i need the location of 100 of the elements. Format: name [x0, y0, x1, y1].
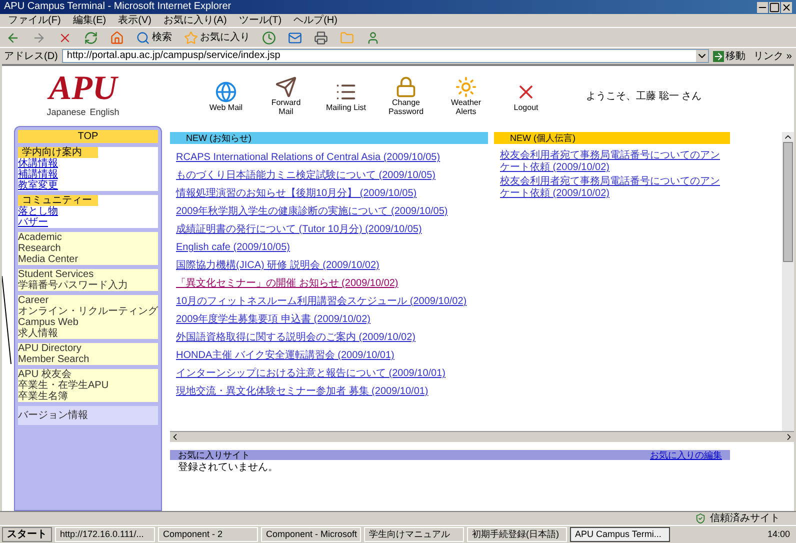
sidebar-link[interactable]: 落とし物 — [18, 206, 158, 217]
close-icon[interactable] — [781, 2, 792, 12]
news-link[interactable]: 現地交流・異文化体験セミナー参加者 募集 (2009/10/01) — [176, 384, 428, 399]
nav-button[interactable]: Weather Alerts — [446, 76, 486, 116]
toolbar-button[interactable]: 検索 — [134, 28, 174, 46]
refresh-icon — [84, 30, 98, 44]
print-icon — [314, 30, 328, 44]
menu-item[interactable]: 編集(E) — [72, 16, 106, 26]
sidebar-link[interactable]: Media Center — [18, 254, 158, 265]
news-link[interactable]: インターンシップにおける注意と報告について (2009/10/01) — [176, 366, 446, 381]
news-link[interactable]: 2009年度学生募集要項 申込書 (2009/10/02) — [176, 312, 371, 327]
sidebar-link[interactable]: Member Search — [18, 354, 158, 365]
top-button[interactable]: TOP — [18, 130, 158, 143]
maximize-icon[interactable] — [769, 2, 780, 12]
star-icon — [184, 30, 198, 44]
language-link[interactable]: English — [90, 106, 120, 120]
taskbar-task[interactable]: APU Campus Termi... — [570, 527, 670, 542]
language-link[interactable]: Japanese — [46, 106, 86, 120]
version-link[interactable]: バージョン情報 — [18, 406, 158, 425]
folder-icon — [340, 30, 354, 44]
globe-icon — [215, 80, 237, 102]
go-button[interactable]: 移動 — [712, 48, 746, 64]
sun-icon — [455, 76, 477, 98]
news-header: NEW (お知らせ) — [170, 132, 488, 144]
minimize-icon[interactable] — [757, 2, 768, 12]
news-link[interactable]: 情報処理演習のお知らせ【後期10月分】 (2009/10/05) — [176, 186, 417, 201]
sidebar-link[interactable]: 補講情報 — [18, 169, 158, 180]
shield-icon — [695, 513, 706, 524]
nav-button[interactable]: Web Mail — [206, 80, 246, 112]
favorites-title: お気に入りサイト — [178, 450, 250, 460]
menu-item[interactable]: ヘルプ(H) — [294, 16, 338, 26]
toolbar-button[interactable]: お気に入り — [182, 28, 252, 46]
menu-item[interactable]: ツール(T) — [238, 16, 282, 26]
news-link[interactable]: 2009年秋学期入学生の健康診断の実施について (2009/10/05) — [176, 204, 448, 219]
links-label[interactable]: リンク » — [754, 48, 792, 64]
group-title: コミュニティー — [18, 195, 98, 206]
apu-logo[interactable]: APU — [49, 72, 117, 106]
group-title: 学内向け案内 — [18, 147, 98, 158]
taskbar-task[interactable]: Component - 2 — [158, 527, 258, 542]
sidebar-link[interactable]: 求人情報 — [18, 328, 158, 339]
toolbar-button[interactable] — [108, 28, 126, 46]
forward-icon — [32, 30, 46, 44]
sidebar-link[interactable]: 卒業生・在学生APU — [18, 380, 158, 391]
personal-header: NEW (個人伝言) — [494, 132, 730, 144]
nav-button[interactable]: Logout — [506, 80, 546, 112]
edit-favorites-link[interactable]: お気に入りの編集 — [650, 450, 722, 460]
vertical-scrollbar[interactable] — [782, 132, 794, 431]
taskbar-task[interactable]: http://172.16.0.111/... — [55, 527, 155, 542]
toolbar-button[interactable] — [260, 28, 278, 46]
empty-message: 登録されていません。 — [177, 461, 279, 475]
sidebar-link[interactable]: Academic — [18, 232, 158, 243]
dropdown-icon[interactable] — [696, 50, 708, 62]
news-link[interactable]: 外国語資格取得に関する説明会のご案内 (2009/10/02) — [176, 330, 416, 345]
person-icon — [366, 30, 380, 44]
sidebar-link[interactable]: Career — [18, 295, 158, 306]
menu-item[interactable]: ファイル(F) — [8, 16, 61, 26]
sidebar-link[interactable]: 休講情報 — [18, 158, 158, 169]
nav-button[interactable]: Forward Mail — [266, 76, 306, 116]
back-icon — [6, 30, 20, 44]
news-link[interactable]: English cafe (2009/10/05) — [176, 240, 290, 255]
news-link[interactable]: RCAPS International Relations of Central Asia (2009/10/05) — [176, 150, 440, 165]
address-field[interactable]: http://portal.apu.ac.jp/campusp/service/index.jsp — [62, 49, 709, 63]
go-icon — [712, 50, 724, 62]
home-icon — [110, 30, 124, 44]
zone-label: 信頼済みサイト — [710, 512, 780, 526]
sidebar-link[interactable]: Student Services — [18, 269, 158, 280]
clock: 14:00 — [766, 528, 791, 541]
news-link[interactable]: 「異文化セミナー」の開催 お知らせ (2009/10/02) — [176, 276, 398, 291]
greeting: ようこそ、工藤 聡一 さん — [586, 90, 702, 104]
horizontal-scrollbar[interactable] — [170, 432, 794, 442]
address-label: アドレス(D) — [4, 50, 58, 64]
scroll-thumb[interactable] — [783, 142, 793, 262]
nav-button[interactable]: Mailing List — [326, 80, 366, 112]
nav-button[interactable]: Change Password — [386, 76, 426, 116]
sidebar-link[interactable]: バザー — [18, 217, 158, 228]
message-link[interactable]: 校友会利用者宛て事務局電話番号についてのアンケート依頼 (2009/10/02) — [500, 176, 724, 200]
news-link[interactable]: 成績証明書の発行について (Tutor 10月分) (2009/10/05) — [176, 222, 422, 237]
menu-item[interactable]: お気に入り(A) — [163, 16, 227, 26]
taskbar-task[interactable]: Component - Microsoft — [261, 527, 361, 542]
start-button[interactable]: スタート — [2, 527, 52, 542]
sidebar-link[interactable]: 教室変更 — [18, 180, 158, 191]
history-icon — [262, 30, 276, 44]
sidebar-link[interactable]: APU Directory — [18, 343, 158, 354]
sidebar-link[interactable]: 学籍番号パスワード入力 — [18, 280, 158, 291]
news-link[interactable]: HONDA主催 バイク安全運転講習会 (2009/10/01) — [176, 348, 394, 363]
sidebar-link[interactable]: 卒業生名簿 — [18, 391, 158, 402]
sidebar-link[interactable]: オンライン・リクルーティング — [18, 306, 158, 317]
toolbar-button[interactable] — [312, 28, 330, 46]
message-link[interactable]: 校友会利用者宛て事務局電話番号についてのアンケート依頼 (2009/10/02) — [500, 150, 724, 174]
news-link[interactable]: 10月のフィットネスルーム利用講習会スケジュール (2009/10/02) — [176, 294, 467, 309]
sidebar-link[interactable]: Campus Web — [18, 317, 158, 328]
window-title: APU Campus Terminal - Microsoft Internet Explorer — [4, 2, 232, 12]
taskbar-task[interactable]: 学生向けマニュアル — [364, 527, 464, 542]
sidebar-link[interactable]: Research — [18, 243, 158, 254]
taskbar-task[interactable]: 初期手続登録(日本語) — [467, 527, 567, 542]
sidebar-link[interactable]: APU 校友会 — [18, 369, 158, 380]
news-link[interactable]: 国際協力機構(JICA) 研修 説明会 (2009/10/02) — [176, 258, 380, 273]
search-icon — [136, 30, 150, 44]
menu-item[interactable]: 表示(V) — [118, 16, 152, 26]
news-link[interactable]: ものづくり日本語能力ミニ検定試験について (2009/10/05) — [176, 168, 436, 183]
